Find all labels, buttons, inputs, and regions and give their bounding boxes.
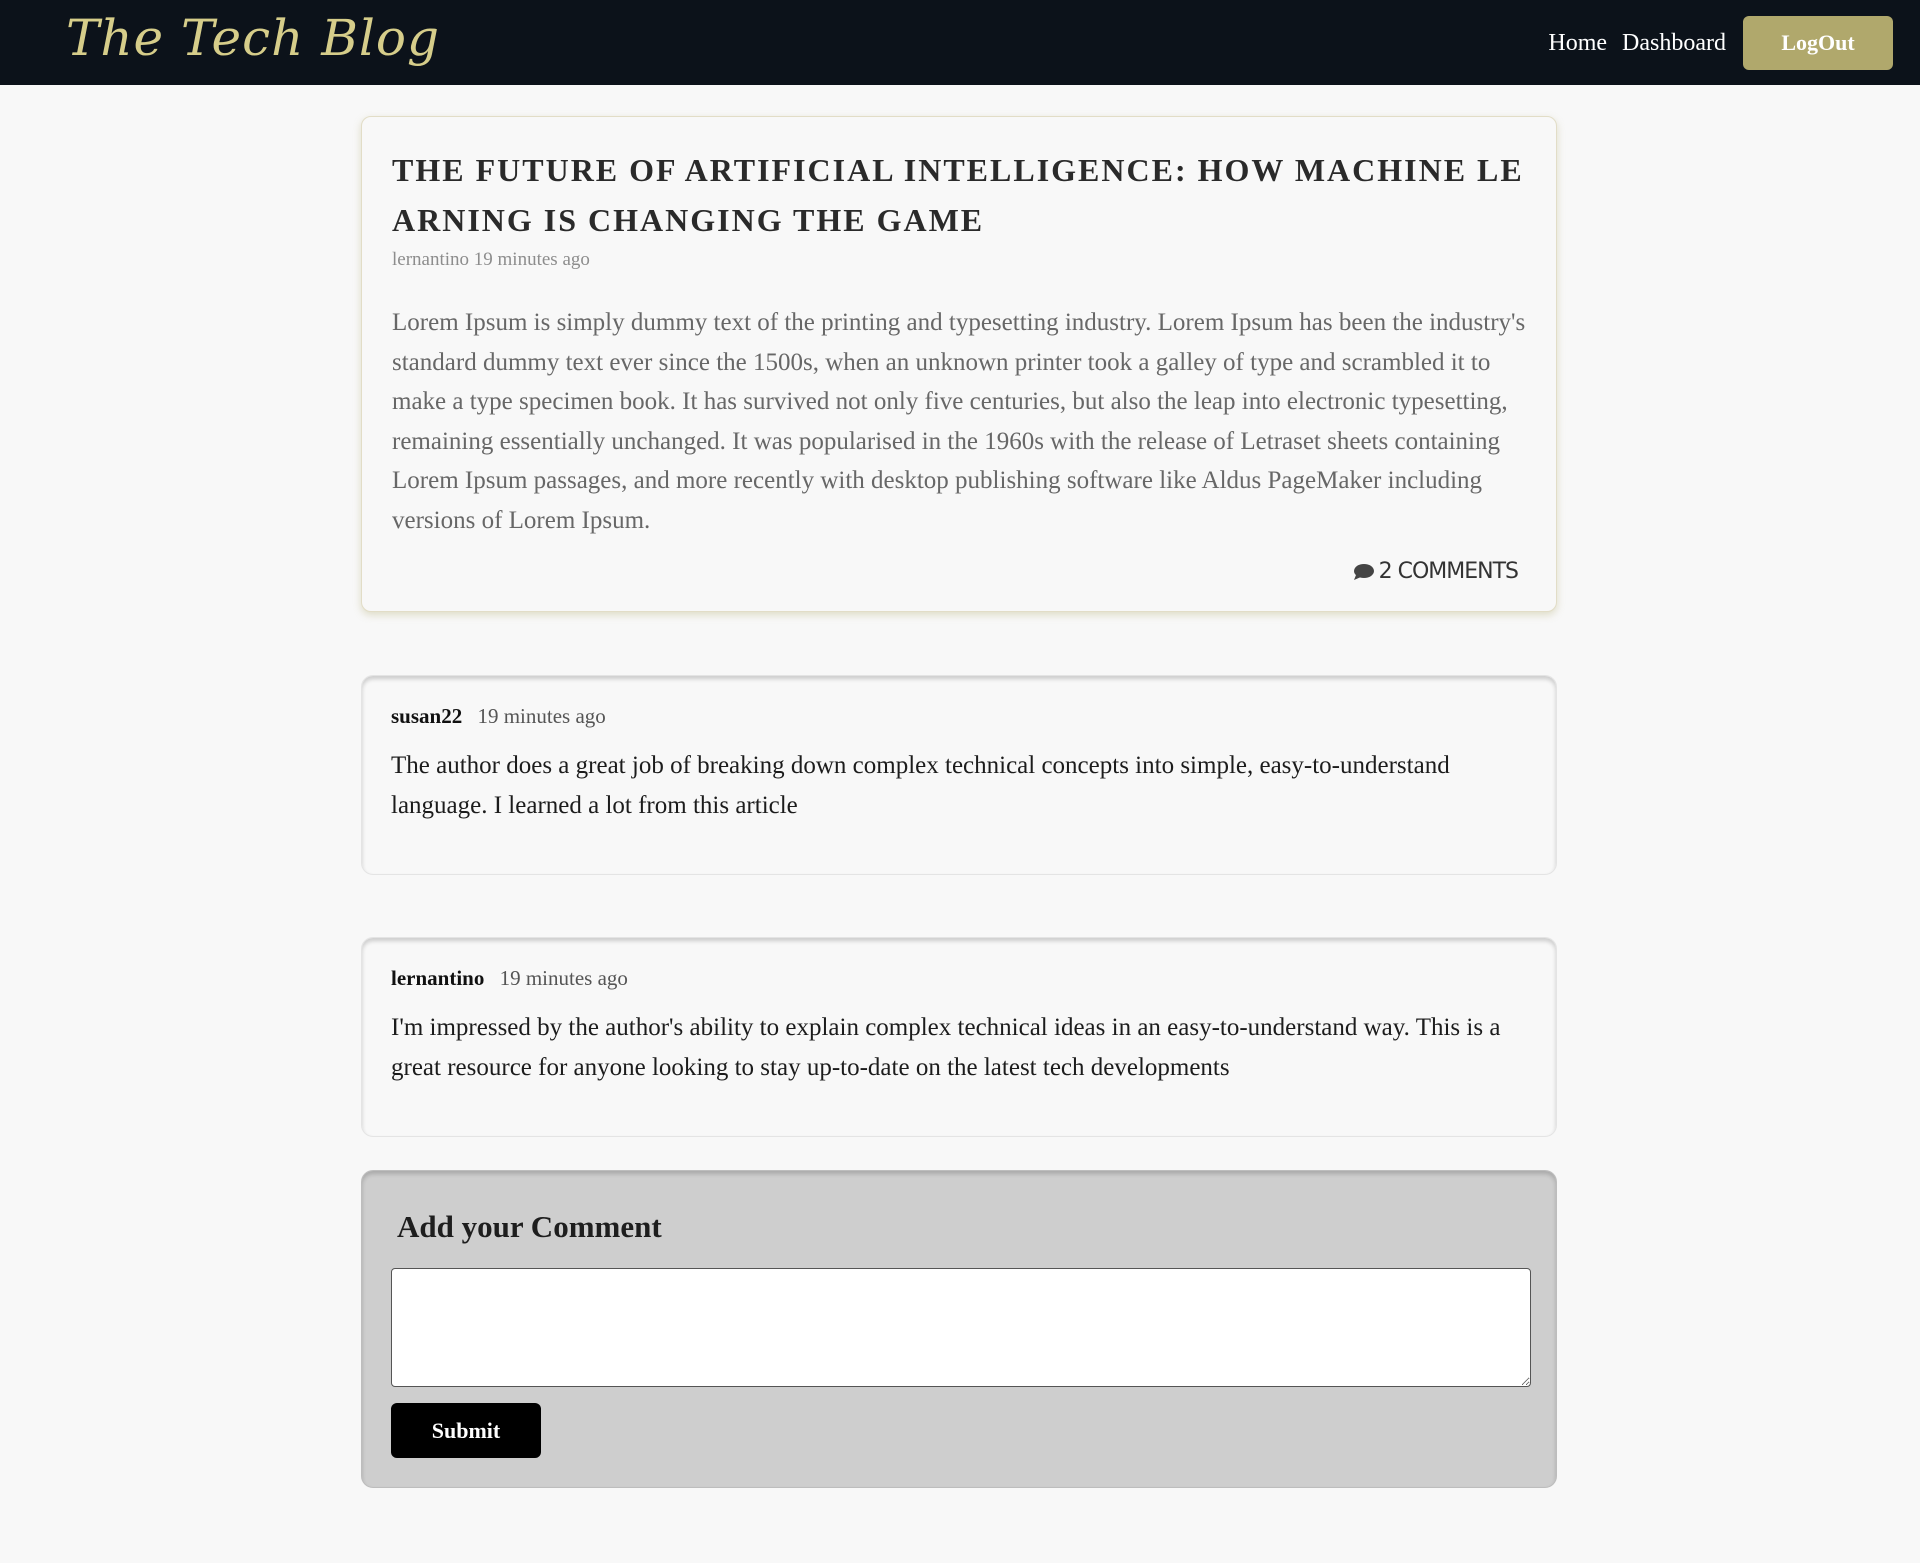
post-card: THE FUTURE OF ARTIFICIAL INTELLIGENCE: H…	[361, 116, 1557, 612]
comment-textarea[interactable]	[391, 1268, 1531, 1387]
logout-button[interactable]: LogOut	[1743, 16, 1893, 70]
comment-header: lernantino 19 minutes ago	[391, 966, 628, 991]
site-logo[interactable]: The Tech Blog	[66, 6, 440, 70]
add-comment-title: Add your Comment	[397, 1209, 662, 1244]
nav-home-link[interactable]: Home	[1548, 30, 1607, 57]
post-title: THE FUTURE OF ARTIFICIAL INTELLIGENCE: H…	[392, 152, 1524, 238]
comment-username: lernantino	[391, 966, 485, 990]
comment-count-link[interactable]: 2 COMMENTS	[1353, 559, 1519, 584]
nav-dashboard-link[interactable]: Dashboard	[1622, 30, 1726, 57]
add-comment-form: Add your Comment Submit	[361, 1170, 1557, 1488]
comment-header: susan22 19 minutes ago	[391, 704, 606, 729]
submit-button[interactable]: Submit	[391, 1403, 541, 1458]
comment-text: The author does a great job of breaking …	[391, 752, 1450, 819]
comment-card: susan22 19 minutes ago The author does a…	[361, 675, 1557, 875]
navbar: The Tech Blog Home Dashboard LogOut	[0, 0, 1920, 85]
nav-links: Home Dashboard LogOut	[1548, 16, 1893, 70]
comment-count-label: 2 COMMENTS	[1378, 559, 1519, 584]
comment-username: susan22	[391, 704, 463, 728]
post-meta: lernantino 19 minutes ago	[392, 249, 590, 271]
comment-text: I'm impressed by the author's ability to…	[391, 1014, 1501, 1081]
comment-time: 19 minutes ago	[477, 704, 606, 728]
post-time: 19 minutes ago	[473, 249, 590, 270]
comment-time: 19 minutes ago	[499, 966, 628, 990]
post-author: lernantino	[392, 249, 470, 270]
comment-card: lernantino 19 minutes ago I'm impressed …	[361, 937, 1557, 1137]
comment-bubble-icon	[1353, 563, 1374, 580]
post-body: Lorem Ipsum is simply dummy text of the …	[392, 309, 1526, 534]
